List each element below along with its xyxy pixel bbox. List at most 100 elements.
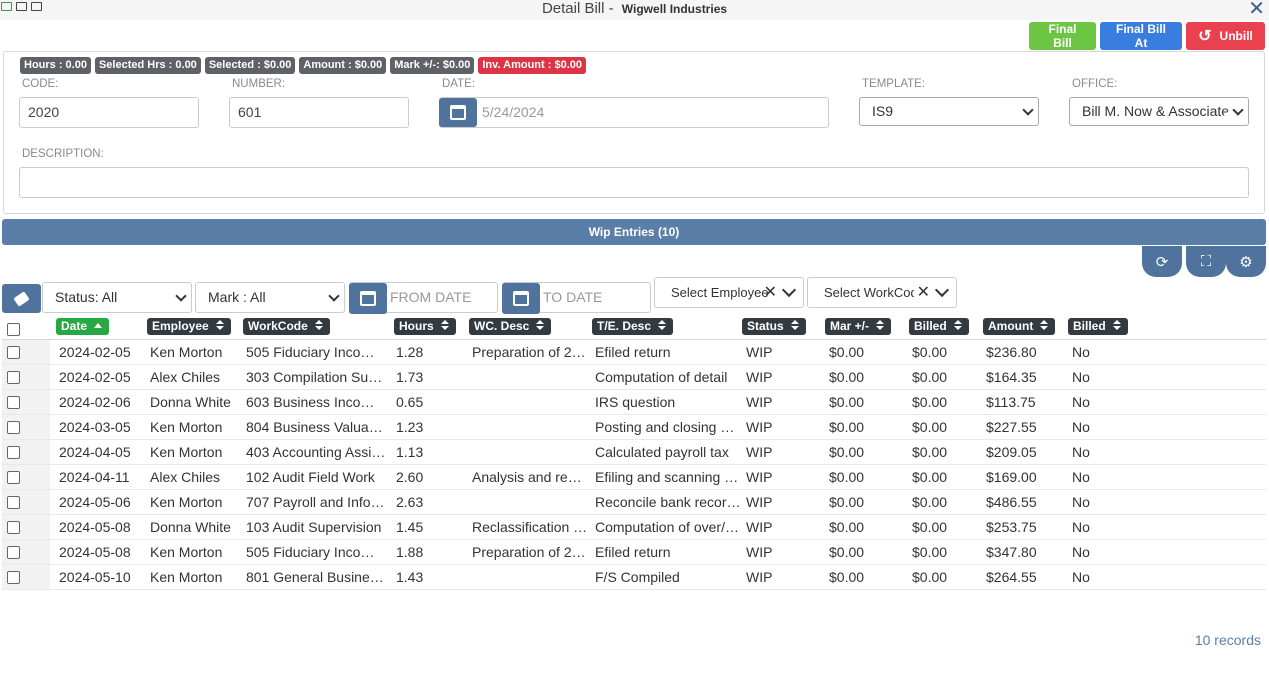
cell-billed: $0.00 bbox=[912, 494, 948, 510]
row-checkbox[interactable] bbox=[7, 346, 20, 359]
chevron-down-icon[interactable] bbox=[934, 282, 950, 298]
cell-status: WIP bbox=[746, 419, 773, 435]
status-filter[interactable]: Status: All bbox=[42, 282, 192, 313]
table-row[interactable]: 2024-05-06 Ken Morton 707 Payroll and Info… bbox=[2, 490, 1266, 515]
wip-entries-header[interactable]: Wip Entries (10) bbox=[2, 219, 1266, 245]
cell-te-desc: Reconcile bank records bbox=[595, 494, 741, 510]
mark-filter-value: Mark : All bbox=[208, 289, 266, 305]
cell-status: WIP bbox=[746, 494, 773, 510]
cell-te-desc: Computation of over/under bbox=[595, 519, 741, 535]
cell-mark: $0.00 bbox=[829, 569, 865, 585]
table-row[interactable]: 2024-04-11 Alex Chiles 102 Audit Field Wor… bbox=[2, 465, 1266, 490]
column-employee[interactable]: Employee bbox=[147, 318, 231, 335]
cell-amount: $236.80 bbox=[986, 344, 1037, 360]
row-checkbox[interactable] bbox=[7, 471, 20, 484]
cell-hours: 1.43 bbox=[396, 569, 424, 585]
cell-mark: $0.00 bbox=[829, 444, 865, 460]
table-row[interactable]: 2024-03-05 Ken Morton 804 Business Valuati… bbox=[2, 415, 1266, 440]
column-te-desc-label: T/E. Desc bbox=[597, 319, 652, 333]
row-checkbox[interactable] bbox=[7, 446, 20, 459]
status-filter-value: Status: All bbox=[55, 289, 118, 305]
cell-mark: $0.00 bbox=[829, 544, 865, 560]
cell-date: 2024-04-11 bbox=[59, 469, 130, 485]
row-checkbox[interactable] bbox=[7, 546, 20, 559]
cell-billed-status: No bbox=[1072, 544, 1090, 560]
row-checkbox[interactable] bbox=[7, 421, 20, 434]
from-date-field[interactable]: FROM DATE bbox=[349, 282, 498, 314]
column-billed-status[interactable]: Billed bbox=[1068, 318, 1128, 335]
date-field[interactable]: 5/24/2024 bbox=[439, 97, 829, 128]
column-status[interactable]: Status bbox=[742, 318, 806, 335]
code-field[interactable]: 2020 bbox=[19, 97, 199, 128]
undo-icon: ↺ bbox=[1198, 28, 1212, 45]
number-label: NUMBER: bbox=[232, 78, 286, 90]
amount-badge: Amount : $0.00 bbox=[299, 57, 387, 74]
cell-billed: $0.00 bbox=[912, 569, 948, 585]
cell-te-desc: IRS question bbox=[595, 394, 676, 410]
office-select[interactable]: Bill M. Now & Associates bbox=[1069, 97, 1249, 126]
description-field[interactable] bbox=[19, 167, 1249, 198]
employee-multiselect[interactable]: Select Employee ✕ bbox=[654, 277, 804, 308]
column-amount[interactable]: Amount bbox=[983, 318, 1056, 335]
table-row[interactable]: 2024-05-08 Donna White 103 Audit Supervisi… bbox=[2, 515, 1266, 540]
selected-hrs-badge: Selected Hrs : 0.00 bbox=[94, 57, 201, 74]
unbill-button[interactable]: ↺ Unbill bbox=[1186, 22, 1265, 50]
select-all-checkbox[interactable] bbox=[7, 323, 20, 336]
calendar-icon[interactable] bbox=[502, 283, 540, 314]
calendar-icon[interactable] bbox=[439, 98, 477, 127]
row-checkbox[interactable] bbox=[7, 571, 20, 584]
chevron-down-icon bbox=[175, 290, 187, 302]
cell-date: 2024-05-08 bbox=[59, 544, 131, 560]
cell-hours: 1.23 bbox=[396, 419, 424, 435]
number-field[interactable]: 601 bbox=[229, 97, 409, 128]
template-value: IS9 bbox=[872, 103, 894, 119]
fullscreen-icon[interactable]: ⛶ bbox=[1186, 246, 1226, 277]
column-billed[interactable]: Billed bbox=[909, 318, 969, 335]
close-icon[interactable]: ✕ bbox=[1248, 0, 1265, 19]
clear-filters-button[interactable] bbox=[2, 284, 41, 313]
title-label: Detail Bill - bbox=[541, 0, 614, 17]
row-checkbox[interactable] bbox=[7, 496, 20, 509]
final-bill-at-button[interactable]: Final Bill At bbox=[1100, 22, 1182, 50]
table-row[interactable]: 2024-05-08 Ken Morton 505 Fiduciary Income… bbox=[2, 540, 1266, 565]
to-date-field[interactable]: TO DATE bbox=[502, 282, 651, 314]
column-date[interactable]: Date bbox=[56, 318, 110, 335]
row-checkbox[interactable] bbox=[7, 371, 20, 384]
cell-status: WIP bbox=[746, 469, 773, 485]
chevron-down-icon[interactable] bbox=[781, 282, 797, 298]
table-row[interactable]: 2024-02-05 Alex Chiles 303 Compilation Sup… bbox=[2, 365, 1266, 390]
final-bill-button[interactable]: Final Bill bbox=[1029, 22, 1096, 50]
cell-billed: $0.00 bbox=[912, 344, 948, 360]
row-checkbox[interactable] bbox=[7, 396, 20, 409]
template-select[interactable]: IS9 bbox=[859, 97, 1039, 126]
cell-amount: $227.55 bbox=[986, 419, 1037, 435]
column-workcode[interactable]: WorkCode bbox=[243, 318, 330, 335]
column-wc-desc[interactable]: WC. Desc bbox=[469, 318, 552, 335]
column-date-label: Date bbox=[61, 319, 88, 333]
cell-mark: $0.00 bbox=[829, 369, 865, 385]
cell-hours: 2.63 bbox=[396, 494, 424, 510]
mark-filter[interactable]: Mark : All bbox=[195, 282, 345, 313]
calendar-icon[interactable] bbox=[349, 283, 387, 314]
cell-billed: $0.00 bbox=[912, 394, 948, 410]
cell-date: 2024-02-06 bbox=[59, 394, 131, 410]
column-amount-label: Amount bbox=[988, 319, 1034, 333]
column-hours-label: Hours bbox=[399, 319, 434, 333]
column-mark[interactable]: Mar +/- bbox=[825, 318, 892, 335]
column-hours[interactable]: Hours bbox=[394, 318, 456, 335]
workcode-multiselect[interactable]: Select WorkCode ✕ bbox=[807, 277, 957, 308]
table-row[interactable]: 2024-02-05 Ken Morton 505 Fiduciary Income… bbox=[2, 340, 1266, 365]
hours-badge: Hours : 0.00 bbox=[20, 57, 91, 74]
refresh-icon[interactable]: ⟳ bbox=[1142, 246, 1182, 277]
cell-amount: $113.75 bbox=[986, 394, 1036, 410]
settings-icon[interactable]: ⚙ bbox=[1226, 246, 1266, 277]
clear-icon[interactable]: ✕ bbox=[764, 278, 777, 307]
table-row[interactable]: 2024-05-10 Ken Morton 801 General Business… bbox=[2, 565, 1266, 590]
cell-status: WIP bbox=[746, 544, 773, 560]
cell-billed-status: No bbox=[1072, 569, 1090, 585]
column-te-desc[interactable]: T/E. Desc bbox=[592, 318, 674, 335]
clear-icon[interactable]: ✕ bbox=[917, 278, 930, 307]
table-row[interactable]: 2024-02-06 Donna White 603 Business Income… bbox=[2, 390, 1266, 415]
row-checkbox[interactable] bbox=[7, 521, 20, 534]
table-row[interactable]: 2024-04-05 Ken Morton 403 Accounting Assis… bbox=[2, 440, 1266, 465]
